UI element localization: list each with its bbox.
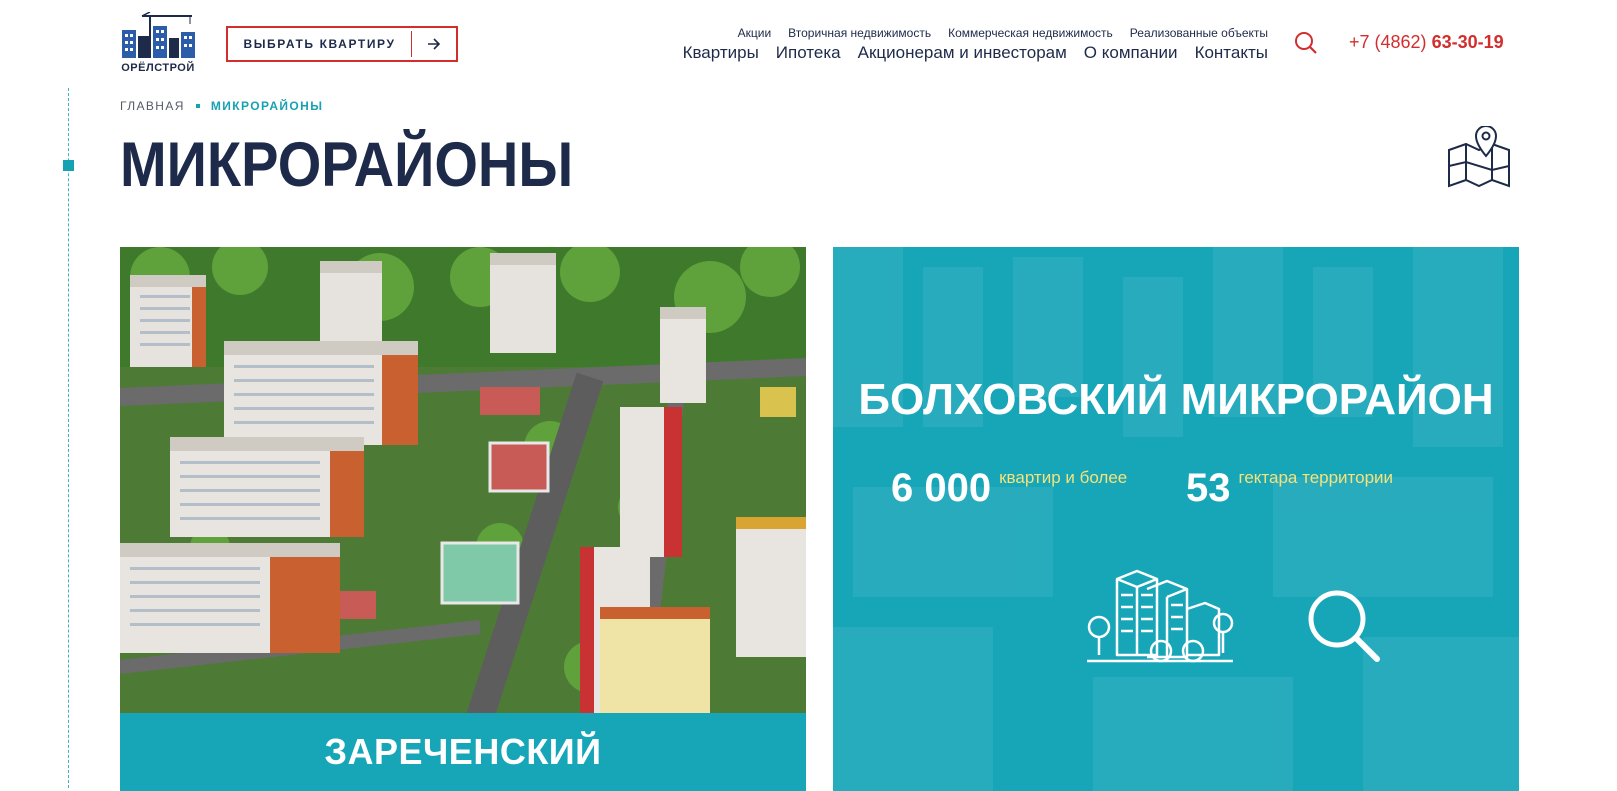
district-card-bolkhovsky[interactable]: БОЛХОВСКИЙ МИКРОРАЙОН 6 000 квартир и бо… (833, 247, 1519, 791)
choose-apartment-button[interactable]: ВЫБРАТЬ КВАРТИРУ (226, 26, 458, 62)
logo[interactable]: ОРЁЛСТРОЙ (120, 12, 200, 78)
nav-item-investors[interactable]: Акционерам и инвесторам (858, 43, 1067, 63)
stat-apartments-value: 6 000 (891, 466, 992, 510)
nav-item-contacts[interactable]: Контакты (1195, 43, 1268, 63)
decorative-rail (68, 88, 69, 788)
stat-apartments: 6 000 квартир и более (891, 468, 1127, 508)
rail-marker (63, 160, 74, 171)
district-title: БОЛХОВСКИЙ МИКРОРАЙОН (858, 375, 1494, 424)
phone-link[interactable]: +7 (4862) 63-30-19 (1349, 32, 1504, 53)
arrow-right-icon (412, 28, 456, 60)
stat-area-label: гектара территории (1238, 468, 1394, 487)
buildings-icon (1087, 569, 1234, 663)
district-caption-bar: ЗАРЕЧЕНСКИЙ (120, 713, 806, 791)
magnifier-icon[interactable] (1305, 587, 1383, 665)
stat-apartments-label: квартир и более (999, 468, 1128, 487)
stat-area-value: 53 (1186, 466, 1231, 510)
nav-item-mortgage[interactable]: Ипотека (776, 43, 841, 63)
subnav-item-commercial-realty[interactable]: Коммерческая недвижимость (948, 26, 1113, 40)
secondary-nav: Акции Вторичная недвижимость Коммерческа… (738, 26, 1268, 40)
district-card-zarechensky[interactable]: ЗАРЕЧЕНСКИЙ (120, 247, 806, 791)
search-icon[interactable] (1293, 30, 1319, 56)
nav-item-apartments[interactable]: Квартиры (683, 43, 759, 63)
breadcrumb-separator (195, 104, 200, 108)
subnav-item-secondary-realty[interactable]: Вторичная недвижимость (788, 26, 931, 40)
district-name: ЗАРЕЧЕНСКИЙ (324, 731, 602, 772)
subnav-item-sales[interactable]: Акции (738, 26, 772, 40)
map-pin-icon[interactable] (1446, 125, 1512, 188)
phone-number: 63-30-19 (1431, 32, 1504, 52)
phone-prefix: +7 (4862) (1349, 32, 1432, 52)
breadcrumb: ГЛАВНАЯ МИКРОРАЙОНЫ (120, 99, 323, 113)
choose-apartment-label: ВЫБРАТЬ КВАРТИРУ (243, 37, 396, 51)
nav-item-about[interactable]: О компании (1084, 43, 1178, 63)
subnav-item-completed-projects[interactable]: Реализованные объекты (1130, 26, 1268, 40)
logo-text: ОРЁЛСТРОЙ (121, 62, 195, 74)
main-nav: Квартиры Ипотека Акционерам и инвесторам… (683, 43, 1268, 63)
breadcrumb-current: МИКРОРАЙОНЫ (210, 99, 324, 113)
stat-area: 53 гектара территории (1186, 468, 1393, 508)
district-background-image (833, 247, 1519, 791)
page-title: МИКРОРАЙОНЫ (120, 129, 574, 200)
logo-icon (122, 12, 195, 58)
breadcrumb-home[interactable]: ГЛАВНАЯ (120, 99, 185, 113)
district-aerial-image (120, 247, 806, 717)
